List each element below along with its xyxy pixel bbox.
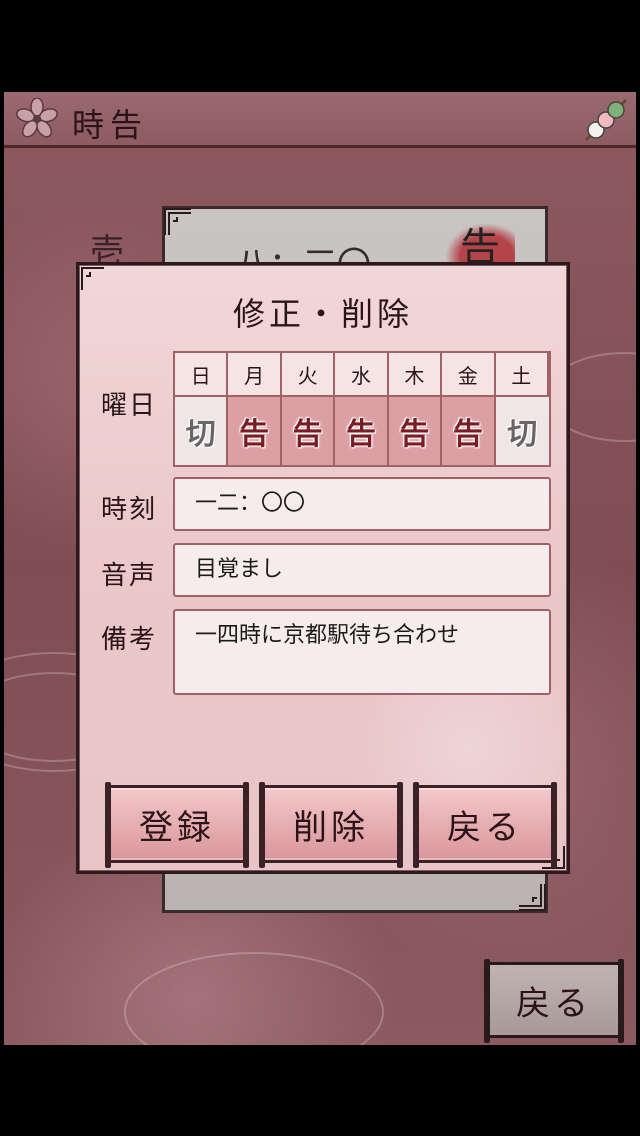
corner-ornament-icon xyxy=(519,884,546,911)
voice-label: 音声 xyxy=(101,561,158,591)
voice-field[interactable]: 目覚まし xyxy=(173,543,551,597)
time-field[interactable]: 一二：〇〇 xyxy=(173,477,551,531)
app-header: 時告 xyxy=(4,92,636,148)
day-header: 水 xyxy=(335,353,389,397)
sakura-flower-icon xyxy=(16,98,58,138)
corner-ornament-icon xyxy=(164,208,191,235)
app-screen: 時告 壱 八：三〇 告 修正・削除 曜日 日 月 火 xyxy=(4,92,636,1045)
day-toggle-sat[interactable]: 切 xyxy=(495,397,549,465)
decor-wave xyxy=(124,952,384,1045)
day-toggle-thu[interactable]: 告 xyxy=(388,397,443,465)
day-header: 月 xyxy=(228,353,282,397)
weekday-label: 曜日 xyxy=(101,391,158,421)
weekday-selector: 日 月 火 水 木 金 土 切 告 告 告 告 告 切 xyxy=(173,351,551,467)
day-header: 火 xyxy=(281,353,336,397)
app-title: 時告 xyxy=(72,106,149,144)
day-toggle-tue[interactable]: 告 xyxy=(281,397,336,465)
day-toggle-mon[interactable]: 告 xyxy=(228,397,282,465)
dialog-title: 修正・削除 xyxy=(232,295,413,333)
note-label: 備考 xyxy=(101,625,158,655)
dango-icon[interactable] xyxy=(580,96,632,144)
day-toggle-fri[interactable]: 告 xyxy=(442,397,496,465)
dialog-back-button[interactable]: 戻る xyxy=(413,782,557,868)
day-header: 金 xyxy=(442,353,496,397)
corner-ornament-icon xyxy=(77,263,104,290)
note-field[interactable]: 一四時に京都駅待ち合わせ xyxy=(173,609,551,695)
day-header: 土 xyxy=(495,353,549,397)
edit-delete-dialog: 修正・削除 曜日 日 月 火 水 木 金 土 切 告 告 告 告 告 切 時刻 … xyxy=(76,262,570,874)
time-label: 時刻 xyxy=(101,495,158,525)
day-toggle-wed[interactable]: 告 xyxy=(335,397,389,465)
back-button[interactable]: 戻る xyxy=(484,959,624,1043)
day-header: 日 xyxy=(175,353,229,397)
register-button[interactable]: 登録 xyxy=(105,782,249,868)
day-toggle-sun[interactable]: 切 xyxy=(175,397,229,465)
delete-button[interactable]: 削除 xyxy=(259,782,403,868)
day-header: 木 xyxy=(388,353,443,397)
